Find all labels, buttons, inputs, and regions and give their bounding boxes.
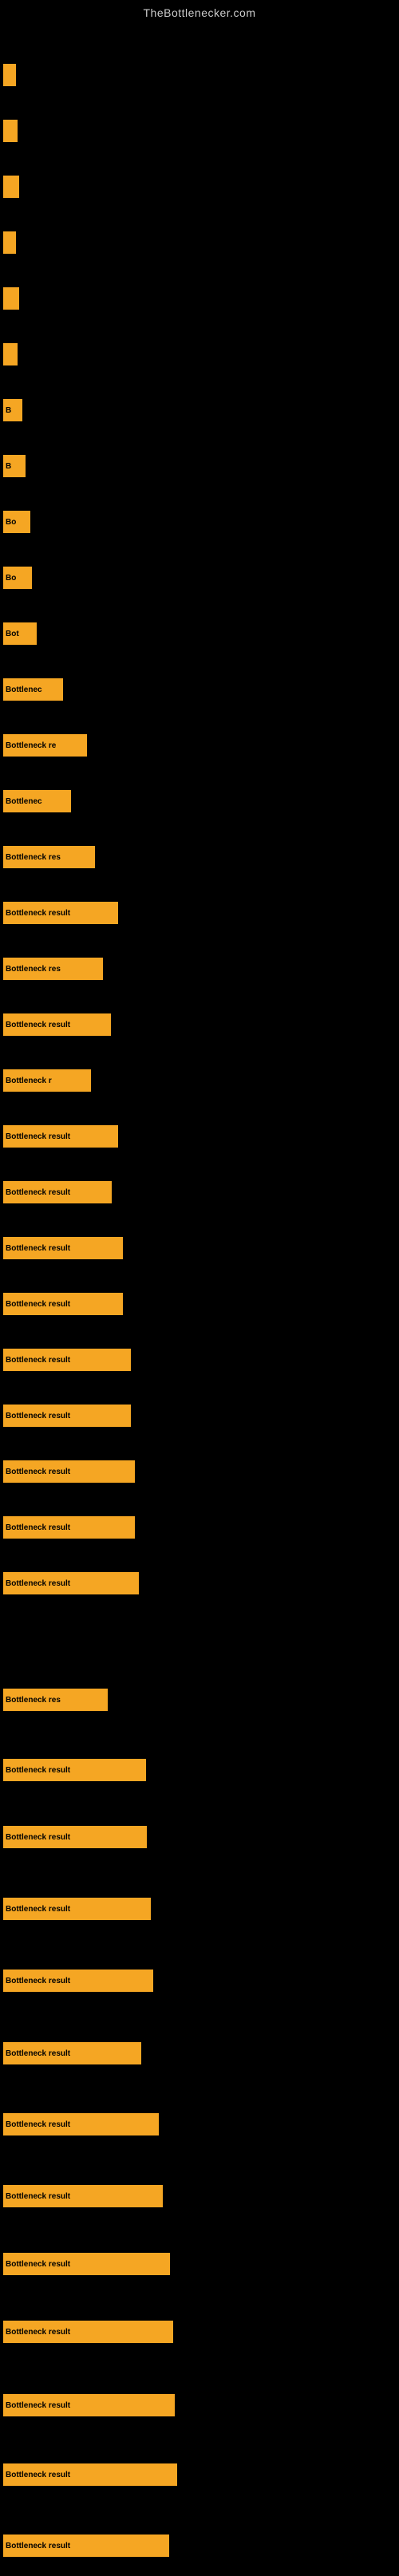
bar-label: Bottleneck res xyxy=(6,1696,61,1705)
bar-label: Bottlenec xyxy=(6,797,42,806)
bar-item: Bottleneck result xyxy=(3,1349,131,1371)
bar-label: Bottleneck re xyxy=(6,741,56,750)
bar-item: Bottleneck result xyxy=(3,2185,163,2207)
bar-item xyxy=(3,231,16,254)
bar-item: B xyxy=(3,399,22,421)
bar-item: Bo xyxy=(3,567,32,589)
bar-item: Bottleneck res xyxy=(3,846,95,868)
bar-label: Bottlenec xyxy=(6,685,42,694)
bar-item: Bo xyxy=(3,511,30,533)
bar-label: Bottleneck result xyxy=(6,2542,70,2550)
bar-label: Bo xyxy=(6,574,16,583)
bar-item: Bottleneck result xyxy=(3,1970,153,1992)
bar-item: Bottleneck result xyxy=(3,1516,135,1539)
bar-item: B xyxy=(3,455,26,477)
bar-label: Bottleneck result xyxy=(6,2192,70,2201)
bar-label: Bo xyxy=(6,518,16,527)
bar-item: Bottleneck result xyxy=(3,1826,147,1848)
bar-item: Bottleneck result xyxy=(3,1013,111,1036)
bar-item: Bottleneck result xyxy=(3,1405,131,1427)
bar-label: Bottleneck res xyxy=(6,965,61,974)
bar-item: Bottleneck result xyxy=(3,2463,177,2486)
bar-item: Bottleneck result xyxy=(3,2113,159,2135)
bar-label: Bot xyxy=(6,630,19,638)
bar-label: Bottleneck res xyxy=(6,853,61,862)
bar-item: Bot xyxy=(3,622,37,645)
bar-label: Bottleneck result xyxy=(6,1468,70,1476)
bar-item xyxy=(3,120,18,142)
bar-label: Bottleneck result xyxy=(6,1300,70,1309)
bar-item: Bottleneck result xyxy=(3,1572,139,1594)
bar-label: Bottleneck result xyxy=(6,2049,70,2058)
bar-label: Bottleneck result xyxy=(6,1412,70,1420)
bar-item: Bottleneck result xyxy=(3,1237,123,1259)
bar-item xyxy=(3,176,19,198)
bar-item: Bottleneck res xyxy=(3,1689,108,1711)
bar-item xyxy=(3,343,18,365)
bar-label: Bottleneck result xyxy=(6,1021,70,1029)
bar-item: Bottleneck res xyxy=(3,958,103,980)
bar-item: Bottleneck r xyxy=(3,1069,91,1092)
bar-label: B xyxy=(6,462,11,471)
bar-label: Bottleneck result xyxy=(6,1188,70,1197)
bar-label: Bottleneck result xyxy=(6,1523,70,1532)
bar-item: Bottleneck result xyxy=(3,2394,175,2416)
bar-label: Bottleneck result xyxy=(6,1244,70,1253)
bar-label: Bottleneck result xyxy=(6,1579,70,1588)
bar-item: Bottleneck result xyxy=(3,1125,118,1148)
bar-item: Bottleneck result xyxy=(3,1293,123,1315)
bar-label: Bottleneck result xyxy=(6,2260,70,2269)
bar-item: Bottleneck result xyxy=(3,2253,170,2275)
bar-item: Bottleneck result xyxy=(3,1181,112,1203)
bar-item xyxy=(3,64,16,86)
bar-label: Bottleneck result xyxy=(6,2120,70,2129)
bar-item xyxy=(3,287,19,310)
bar-item: Bottleneck result xyxy=(3,1898,151,1920)
bar-label: Bottleneck result xyxy=(6,2401,70,2410)
bar-label: Bottleneck result xyxy=(6,2471,70,2479)
bar-label: Bottleneck result xyxy=(6,1905,70,1914)
bar-item: Bottleneck result xyxy=(3,902,118,924)
site-title: TheBottlenecker.com xyxy=(0,0,399,22)
bar-item: Bottleneck result xyxy=(3,2321,173,2343)
bar-label: Bottleneck r xyxy=(6,1077,52,1085)
bar-label: Bottleneck result xyxy=(6,909,70,918)
bar-label: B xyxy=(6,406,11,415)
bar-item: Bottleneck re xyxy=(3,734,87,757)
bar-item: Bottleneck result xyxy=(3,2042,141,2064)
bar-label: Bottleneck result xyxy=(6,1977,70,1985)
bar-item: Bottleneck result xyxy=(3,1460,135,1483)
bar-label: Bottleneck result xyxy=(6,1833,70,1842)
bar-item: Bottlenec xyxy=(3,678,63,701)
bar-label: Bottleneck result xyxy=(6,2328,70,2337)
bar-label: Bottleneck result xyxy=(6,1356,70,1365)
bar-label: Bottleneck result xyxy=(6,1132,70,1141)
bar-item: Bottlenec xyxy=(3,790,71,812)
bar-item: Bottleneck result xyxy=(3,1759,146,1781)
bar-label: Bottleneck result xyxy=(6,1766,70,1775)
